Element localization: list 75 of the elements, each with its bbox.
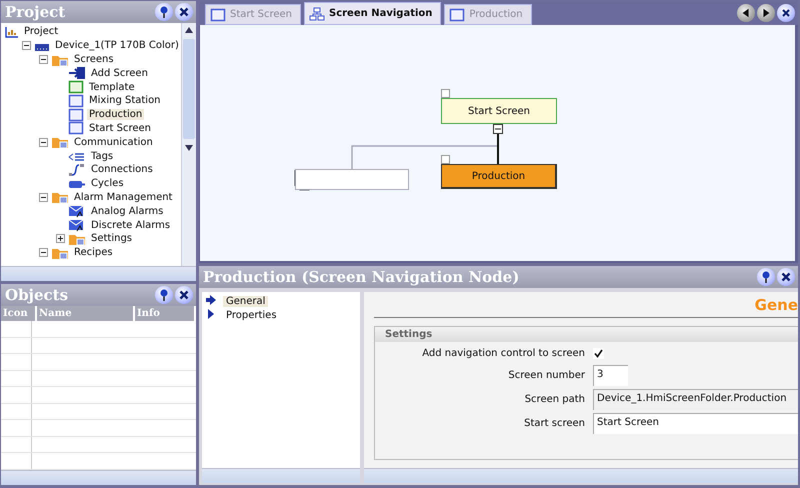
expand-marker-icon[interactable] [493,124,503,134]
close-icon[interactable] [777,268,795,286]
editor-tab[interactable]: Screen Navigation [304,2,442,25]
folder-icon [51,190,69,204]
tree-item[interactable]: Screens [72,54,116,65]
section-heading: Gene [754,296,798,314]
pin-icon[interactable] [155,3,173,21]
tree-item[interactable]: Connections [89,164,155,176]
panel-title: Production (Screen Navigation Node) [203,268,520,286]
pin-icon[interactable] [757,268,775,286]
screen-icon [210,8,226,22]
tree-item[interactable]: Alarm Management [72,192,174,203]
node-port-icon [441,155,450,164]
tree-item[interactable]: Cycles [89,178,126,190]
horizontal-scrollbar[interactable] [364,468,798,483]
checkbox[interactable] [593,348,604,358]
field-label: Screen number [507,370,585,381]
chart-icon [5,26,19,38]
hierarchy-icon [309,6,325,20]
connection-icon [68,162,86,177]
collapse-icon[interactable] [39,138,48,147]
close-icon[interactable] [175,286,193,304]
screen-icon [68,121,84,136]
screen-node[interactable]: Production [441,164,557,189]
panel-title: Project [5,3,66,21]
vertical-scrollbar[interactable] [181,23,196,266]
tree-item[interactable]: Analog Alarms [89,206,166,217]
horizontal-scrollbar[interactable] [202,468,360,483]
scroll-down-icon[interactable] [185,145,193,151]
tree-item[interactable]: Recipes [72,247,115,258]
tree-item[interactable]: Add Screen [89,68,150,79]
pin-icon[interactable] [155,286,173,304]
expand-icon[interactable] [56,234,65,244]
panel-title: Objects [5,286,68,304]
screen-node[interactable]: Start Screen [441,98,557,124]
field-label: Start screen [523,418,585,429]
empty-node-slot[interactable] [295,169,409,190]
tree-item[interactable]: Mixing Station [87,95,163,106]
tree-item[interactable]: Discrete Alarms [89,220,172,231]
tree-item[interactable]: Template [87,82,137,93]
tree-item[interactable]: Project [22,26,60,38]
tree-item[interactable]: Production [87,109,144,120]
envelope-icon [68,218,86,232]
nav-item[interactable]: Properties [223,310,280,320]
screen-icon [68,108,84,122]
envelope-icon [68,204,86,218]
back-icon[interactable] [737,4,755,22]
tree-item[interactable]: Communication [72,136,155,148]
tree-item[interactable]: Start Screen [87,122,153,134]
field-label: Screen path [524,394,585,405]
tree-item[interactable]: Settings [89,233,134,244]
collapse-icon[interactable] [39,248,48,258]
scroll-up-icon[interactable] [185,27,193,33]
folder-icon [51,135,69,150]
template-icon [68,80,84,94]
horizontal-scrollbar[interactable] [1,266,196,281]
input-field[interactable]: Device_1.HmiScreenFolder.Production [593,389,798,410]
collapse-icon[interactable] [22,41,31,50]
input-field[interactable]: 3 [593,365,628,386]
forward-icon[interactable] [757,4,775,22]
tree-item[interactable]: Device_1(TP 170B Color) [53,40,181,52]
close-icon[interactable] [175,3,193,21]
collapse-icon[interactable] [39,54,48,64]
close-icon[interactable] [777,4,795,22]
field-label: Add navigation control to screen [421,348,585,358]
node-port-icon [441,89,450,98]
screen-icon [449,8,466,22]
group-title: Settings [375,327,798,342]
nav-item[interactable]: General [223,296,268,306]
tree-item[interactable]: Tags [89,150,116,162]
horizontal-scrollbar[interactable] [1,470,196,485]
input-field[interactable]: Start Screen [593,413,798,434]
screen-icon [68,94,84,108]
arrow-into-screen-icon [68,66,86,80]
collapse-icon[interactable] [39,192,48,202]
